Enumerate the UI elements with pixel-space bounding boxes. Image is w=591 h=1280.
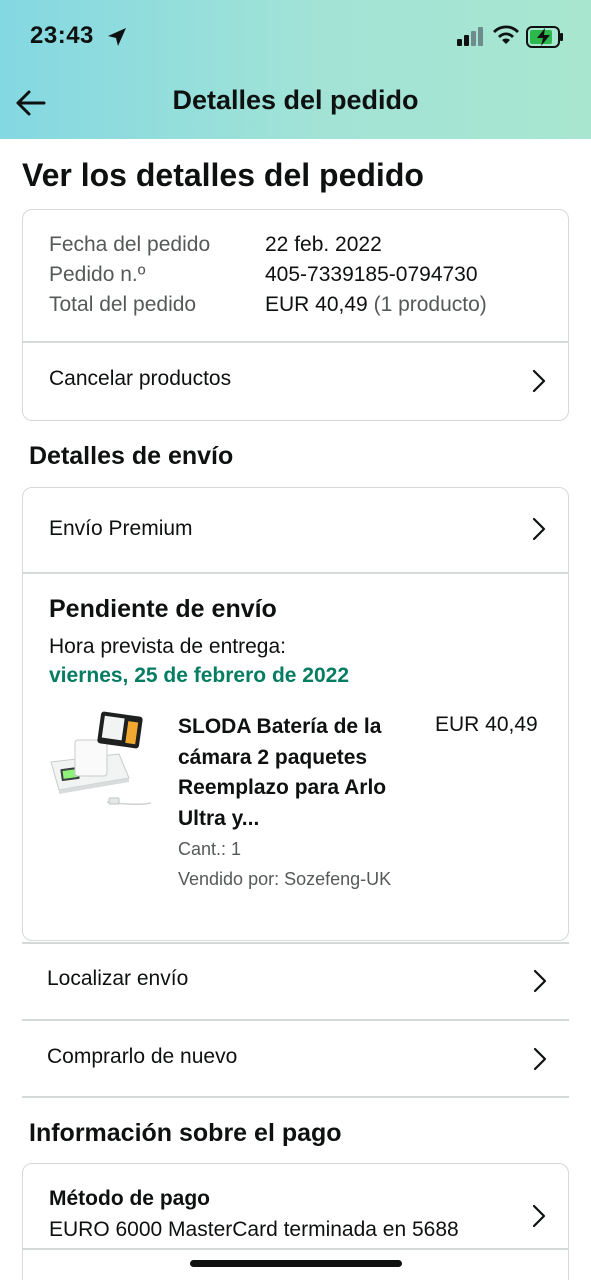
product-title-line: Ultra y... (178, 806, 260, 830)
buy-again-label: Comprarlo de nuevo (47, 1045, 238, 1068)
wifi-icon (493, 25, 519, 44)
buy-again-row[interactable]: Comprarlo de nuevo (22, 1021, 569, 1097)
cellular-signal-icon (457, 27, 483, 46)
shipping-section-title: Detalles de envío (29, 442, 234, 470)
order-number-label: Pedido n.º (49, 263, 146, 286)
order-total-label: Total del pedido (49, 293, 197, 316)
order-number-value: 405-7339185-0794730 (265, 263, 478, 286)
chevron-right-icon (532, 369, 546, 393)
payment-method-value: EURO 6000 MasterCard terminada en 5688 (49, 1218, 459, 1241)
chevron-right-icon (532, 1204, 546, 1228)
home-indicator[interactable] (190, 1260, 402, 1267)
page-title: Ver los detalles del pedido (22, 157, 424, 193)
delivery-eta-date: viernes, 25 de febrero de 2022 (49, 664, 349, 687)
order-total-count: (1 producto) (373, 293, 487, 316)
header-title: Detalles del pedido (172, 85, 419, 115)
delivery-eta-label: Hora prevista de entrega: (49, 635, 286, 658)
battery-charging-icon (526, 26, 563, 48)
product-title-line: Reemplazo para Arlo (178, 776, 387, 799)
order-total: EUR 40,49 (1 producto) (265, 293, 487, 317)
product-title-line: SLODA Batería de la (178, 715, 382, 738)
product-image[interactable] (47, 710, 157, 818)
product-title-line: cámara 2 paquetes (178, 745, 368, 769)
premium-shipping-label: Envío Premium (49, 517, 193, 540)
order-date-label: Fecha del pedido (49, 233, 211, 256)
cancel-products-row[interactable]: Cancelar productos (23, 343, 568, 420)
product-quantity: Cant.: 1 (178, 839, 242, 859)
divider (22, 1096, 569, 1098)
chevron-right-icon (532, 517, 546, 541)
order-total-value: EUR 40,49 (265, 293, 368, 316)
chevron-right-icon (533, 969, 547, 993)
shipping-card: Envío Premium Pendiente de envío Hora pr… (22, 487, 569, 941)
order-date-value: 22 feb. 2022 (265, 233, 382, 256)
track-shipment-label: Localizar envío (47, 967, 189, 990)
divider (23, 572, 568, 574)
shipment-status-title: Pendiente de envío (49, 595, 277, 623)
product-title[interactable]: SLODA Batería de la cámara 2 paquetes Re… (178, 712, 418, 834)
track-shipment-row[interactable]: Localizar envío (22, 943, 569, 1019)
product-seller: Vendido por: Sozefeng-UK (178, 869, 392, 889)
product-price: EUR 40,49 (435, 713, 538, 736)
location-arrow-icon (108, 28, 126, 46)
payment-method-title: Método de pago (49, 1187, 210, 1210)
status-time: 23:43 (30, 22, 94, 49)
order-summary-card: Fecha del pedido 22 feb. 2022 Pedido n.º… (22, 209, 569, 421)
app-header: 23:43 Detalles del pedido (0, 0, 591, 139)
payment-section-title: Información sobre el pago (29, 1119, 342, 1147)
divider (23, 1248, 568, 1250)
premium-shipping-row[interactable]: Envío Premium (23, 488, 568, 572)
chevron-right-icon (533, 1047, 547, 1071)
cancel-products-label: Cancelar productos (49, 367, 232, 390)
